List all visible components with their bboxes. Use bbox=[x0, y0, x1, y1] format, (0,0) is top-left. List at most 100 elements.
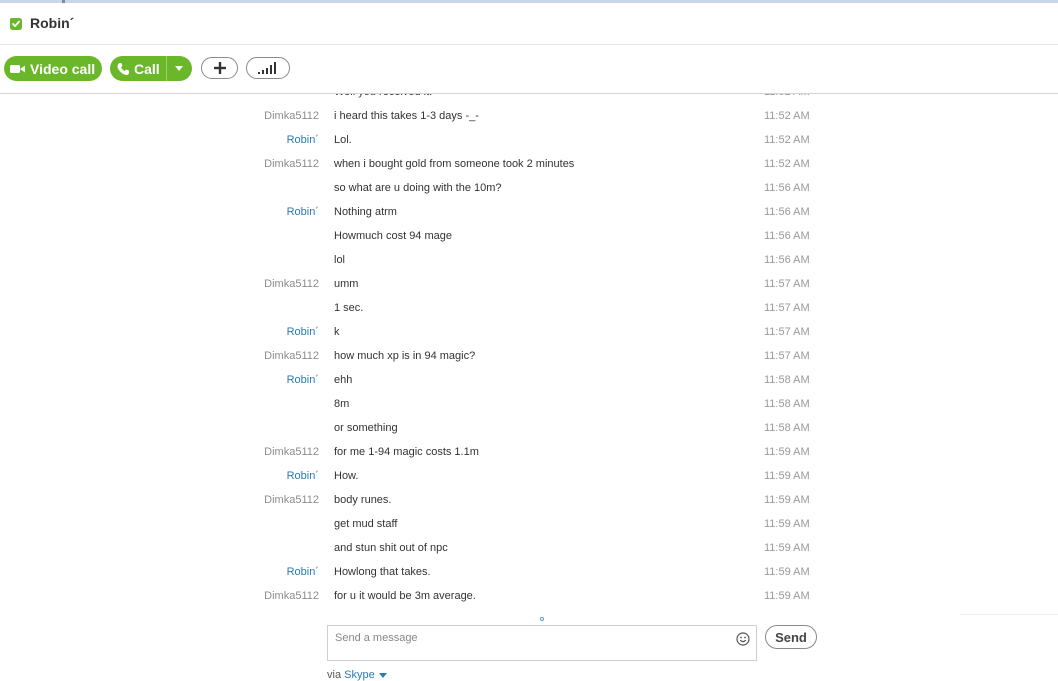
message-text: lol bbox=[334, 254, 346, 266]
message-sender[interactable]: Dimka5112 bbox=[264, 110, 319, 122]
message-text: i heard this takes 1-3 days -_- bbox=[334, 110, 479, 122]
contact-name[interactable]: Robin´ bbox=[30, 15, 74, 31]
message-timestamp: 11:59 AM bbox=[764, 590, 810, 602]
message-timestamp: 11:59 AM bbox=[764, 542, 810, 554]
message-timestamp: 11:59 AM bbox=[764, 494, 810, 506]
message-timestamp: 11:59 AM bbox=[764, 446, 810, 458]
message-row: Robin´ Nothing atrm 11:56 AM bbox=[0, 206, 1058, 230]
message-row: or something 11:58 AM bbox=[0, 422, 1058, 446]
message-row: Robin´ k 11:57 AM bbox=[0, 326, 1058, 350]
message-text: How. bbox=[334, 470, 359, 482]
message-text: Well you received it. bbox=[334, 94, 432, 98]
call-button-separator bbox=[166, 56, 167, 81]
message-row: Robin´ Lol. 11:52 AM bbox=[0, 134, 1058, 158]
emoticon-icon[interactable] bbox=[736, 632, 750, 646]
load-more-indicator bbox=[540, 617, 544, 621]
conversation-header: Robin´ bbox=[0, 3, 1058, 45]
video-camera-icon bbox=[10, 64, 25, 73]
message-text: get mud staff bbox=[334, 518, 398, 530]
via-service: via Skype bbox=[327, 669, 387, 681]
message-text: and stun shit out of npc bbox=[334, 542, 448, 554]
message-sender[interactable]: Dimka5112 bbox=[264, 446, 319, 458]
compose-box[interactable] bbox=[327, 625, 757, 661]
message-sender[interactable]: Robin´ bbox=[287, 206, 319, 218]
chevron-down-icon[interactable] bbox=[175, 66, 183, 71]
message-sender[interactable]: Dimka5112 bbox=[264, 590, 319, 602]
call-button[interactable]: Call bbox=[110, 56, 192, 81]
message-text: Howmuch cost 94 mage bbox=[334, 230, 452, 242]
service-selector[interactable]: Skype bbox=[344, 669, 387, 681]
message-sender[interactable]: Robin´ bbox=[287, 566, 319, 578]
message-row: Dimka5112 umm 11:57 AM bbox=[0, 278, 1058, 302]
message-text: umm bbox=[334, 278, 359, 290]
message-sender[interactable]: Robin´ bbox=[287, 374, 319, 386]
message-timestamp: 11:57 AM bbox=[764, 350, 810, 362]
message-timestamp: 11:59 AM bbox=[764, 518, 810, 530]
message-timestamp: 11:56 AM bbox=[764, 254, 810, 266]
message-row: Dimka5112 when i bought gold from someone… bbox=[0, 158, 1058, 182]
message-row: Robin´ Howlong that takes. 11:59 AM bbox=[0, 566, 1058, 590]
message-sender[interactable]: Robin´ bbox=[287, 326, 319, 338]
message-row: Well you received it. 11:52 AM bbox=[0, 94, 1058, 110]
plus-icon bbox=[213, 62, 226, 74]
message-timestamp: 11:52 AM bbox=[764, 158, 810, 170]
message-text: or something bbox=[334, 422, 398, 434]
message-text: for me 1-94 magic costs 1.1m bbox=[334, 446, 479, 458]
message-timestamp: 11:57 AM bbox=[764, 326, 810, 338]
message-text: for u it would be 3m average. bbox=[334, 590, 476, 602]
message-text: Lol. bbox=[334, 134, 352, 146]
message-row: and stun shit out of npc 11:59 AM bbox=[0, 542, 1058, 566]
message-row: so what are u doing with the 10m? 11:56 A… bbox=[0, 182, 1058, 206]
call-toolbar: Video call Call bbox=[0, 45, 1058, 94]
message-text: k bbox=[334, 326, 340, 338]
message-history[interactable]: Well you received it. 11:52 AM Dimka5112 i … bbox=[0, 94, 1058, 620]
message-sender[interactable]: Dimka5112 bbox=[264, 158, 319, 170]
message-timestamp: 11:52 AM bbox=[764, 110, 810, 122]
call-label: Call bbox=[134, 60, 160, 77]
message-row: 1 sec. 11:57 AM bbox=[0, 302, 1058, 326]
message-row: Robin´ How. 11:59 AM bbox=[0, 470, 1058, 494]
message-timestamp: 11:58 AM bbox=[764, 374, 810, 386]
message-timestamp: 11:57 AM bbox=[764, 278, 810, 290]
message-row: Dimka5112 for u it would be 3m average. 11… bbox=[0, 590, 1058, 614]
online-status-icon bbox=[9, 17, 23, 31]
message-text: body runes. bbox=[334, 494, 392, 506]
phone-icon bbox=[117, 62, 129, 75]
via-prefix: via bbox=[327, 669, 342, 681]
message-timestamp: 11:56 AM bbox=[764, 230, 810, 242]
message-row: Dimka5112 i heard this takes 1-3 days -_-… bbox=[0, 110, 1058, 134]
message-text: so what are u doing with the 10m? bbox=[334, 182, 502, 194]
message-row: Howmuch cost 94 mage 11:56 AM bbox=[0, 230, 1058, 254]
message-sender[interactable]: Robin´ bbox=[287, 470, 319, 482]
service-name: Skype bbox=[344, 669, 375, 681]
message-input[interactable] bbox=[328, 626, 728, 650]
add-button[interactable] bbox=[201, 57, 238, 79]
message-timestamp: 11:59 AM bbox=[764, 566, 810, 578]
message-timestamp: 11:58 AM bbox=[764, 398, 810, 410]
message-timestamp: 11:52 AM bbox=[764, 134, 810, 146]
message-row: Robin´ ehh 11:58 AM bbox=[0, 374, 1058, 398]
message-timestamp: 11:58 AM bbox=[764, 422, 810, 434]
message-sender[interactable]: Robin´ bbox=[287, 134, 319, 146]
video-call-button[interactable]: Video call bbox=[4, 56, 102, 81]
message-row: 8m 11:58 AM bbox=[0, 398, 1058, 422]
message-text: Nothing atrm bbox=[334, 206, 397, 218]
message-text: ehh bbox=[334, 374, 353, 386]
message-sender[interactable]: Dimka5112 bbox=[264, 278, 319, 290]
message-text: how much xp is in 94 magic? bbox=[334, 350, 476, 362]
message-row: Dimka5112 for me 1-94 magic costs 1.1m 11:… bbox=[0, 446, 1058, 470]
message-sender[interactable]: Dimka5112 bbox=[264, 494, 319, 506]
message-row: get mud staff 11:59 AM bbox=[0, 518, 1058, 542]
message-text: when i bought gold from someone took 2 m… bbox=[334, 158, 575, 170]
message-timestamp: 11:57 AM bbox=[764, 302, 810, 314]
message-text: 8m bbox=[334, 398, 350, 410]
message-row: Dimka5112 how much xp is in 94 magic? 11:5… bbox=[0, 350, 1058, 374]
message-sender[interactable]: Dimka5112 bbox=[264, 350, 319, 362]
message-timestamp: 11:59 AM bbox=[764, 470, 810, 482]
call-quality-button[interactable] bbox=[246, 57, 290, 79]
message-timestamp: 11:52 AM bbox=[764, 94, 810, 98]
message-text: Howlong that takes. bbox=[334, 566, 431, 578]
message-text: 1 sec. bbox=[334, 302, 364, 314]
send-button[interactable]: Send bbox=[765, 625, 817, 649]
signal-bars-icon bbox=[258, 62, 276, 74]
